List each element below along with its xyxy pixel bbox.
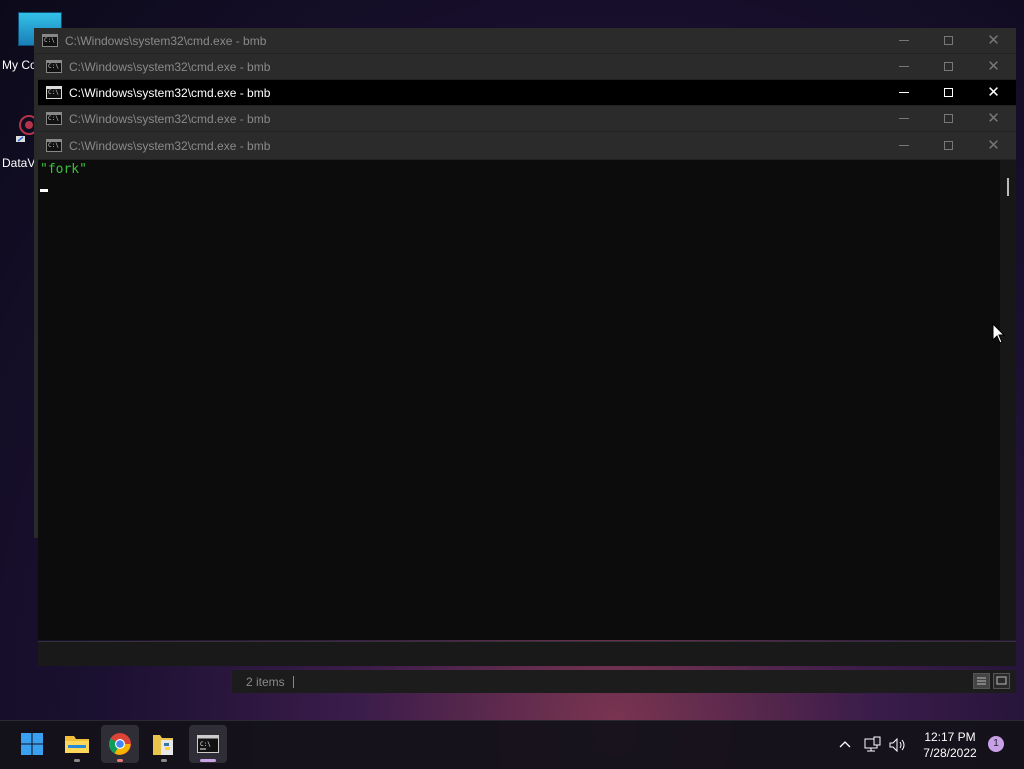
explorer-status-bar: 2 items — [232, 670, 1016, 693]
console-text-line: "fork" — [40, 162, 87, 177]
close-icon: ✕ — [987, 31, 1000, 49]
clock-time: 12:17 PM — [924, 730, 976, 744]
cmd-window-titlebar[interactable]: C:\Windows\system32\cmd.exe - bmb ✕ — [38, 106, 1016, 132]
mouse-pointer-icon — [992, 323, 1006, 344]
desktop-icon-label: DataV — [2, 156, 36, 170]
minimize-button[interactable] — [881, 80, 926, 106]
cmd-icon — [42, 34, 58, 47]
folder-icon — [65, 736, 89, 753]
speaker-icon — [889, 737, 905, 753]
console-output[interactable]: "fork" — [38, 160, 1016, 640]
cmd-icon — [46, 86, 62, 99]
minimize-button[interactable] — [881, 54, 926, 80]
minimize-icon — [898, 92, 909, 93]
notification-badge[interactable]: 1 — [988, 736, 1004, 752]
minimize-icon — [898, 40, 909, 41]
close-icon: ✕ — [987, 136, 1000, 154]
item-count: 2 items — [246, 674, 285, 689]
maximize-button[interactable] — [926, 80, 971, 106]
maximize-button[interactable] — [926, 28, 971, 54]
maximize-button[interactable] — [926, 106, 971, 132]
cmd-icon — [46, 60, 62, 73]
maximize-button[interactable] — [926, 133, 971, 159]
close-button[interactable]: ✕ — [971, 133, 1016, 159]
close-button[interactable]: ✕ — [971, 54, 1016, 80]
running-indicator — [161, 759, 167, 762]
minimize-button[interactable] — [881, 106, 926, 132]
tiles-view-button[interactable] — [993, 673, 1010, 689]
active-indicator — [200, 759, 216, 762]
maximize-icon — [944, 88, 953, 97]
clock[interactable]: 12:17 PM 7/28/2022 — [916, 729, 984, 761]
close-button[interactable]: ✕ — [971, 80, 1016, 106]
maximize-icon — [944, 114, 953, 123]
show-hidden-icons-button[interactable] — [836, 721, 854, 769]
minimize-icon — [898, 118, 909, 119]
cmd-icon — [46, 112, 62, 125]
chevron-up-icon — [839, 741, 851, 748]
file-explorer-button[interactable] — [58, 725, 96, 763]
volume-button[interactable] — [888, 721, 908, 769]
close-icon: ✕ — [987, 109, 1000, 127]
cmd-icon — [46, 139, 62, 152]
close-button[interactable]: ✕ — [971, 106, 1016, 132]
clock-date: 7/28/2022 — [923, 746, 977, 760]
tiles-view-icon — [996, 676, 1007, 685]
details-view-icon — [977, 677, 986, 685]
text-cursor — [40, 189, 48, 192]
maximize-icon — [944, 141, 953, 150]
cmd-window-titlebar-active[interactable]: C:\Windows\system32\cmd.exe - bmb ✕ — [38, 80, 1016, 106]
chrome-icon — [109, 733, 131, 755]
window-title: C:\Windows\system32\cmd.exe - bmb — [69, 138, 271, 153]
running-indicator — [74, 759, 80, 762]
running-indicator — [117, 759, 123, 762]
python-file-button[interactable] — [145, 725, 183, 763]
cmd-icon: C:\ — [197, 735, 219, 753]
cmd-taskbar-button[interactable]: C:\ — [189, 725, 227, 763]
vertical-scrollbar[interactable] — [1000, 160, 1016, 640]
cmd-window-titlebar[interactable]: C:\Windows\system32\cmd.exe - bmb ✕ — [38, 54, 1016, 80]
cmd-window-titlebar[interactable]: C:\Windows\system32\cmd.exe - bmb ✕ — [38, 132, 1016, 160]
scrollbar-thumb[interactable] — [1007, 178, 1009, 196]
taskbar: C:\ 12:17 PM 7/28/2022 — [0, 720, 1024, 769]
minimize-icon — [898, 66, 909, 67]
python-file-icon — [153, 735, 173, 755]
maximize-button[interactable] — [926, 54, 971, 80]
cmd-window-titlebar[interactable]: C:\Windows\system32\cmd.exe - bmb ✕ — [34, 28, 1016, 54]
window-bottom-strip — [38, 641, 1016, 666]
close-button[interactable]: ✕ — [971, 28, 1016, 54]
status-separator — [292, 675, 294, 688]
network-icon — [864, 736, 881, 752]
maximize-icon — [944, 62, 953, 71]
network-button[interactable] — [862, 721, 882, 769]
window-title: C:\Windows\system32\cmd.exe - bmb — [69, 85, 271, 100]
start-button[interactable] — [13, 725, 51, 763]
window-title: C:\Windows\system32\cmd.exe - bmb — [69, 111, 271, 126]
windows-start-icon — [21, 733, 43, 755]
minimize-button[interactable] — [881, 28, 926, 54]
desktop-icon-label: My Co — [2, 58, 37, 72]
close-icon: ✕ — [987, 57, 1000, 75]
maximize-icon — [944, 36, 953, 45]
minimize-icon — [898, 145, 909, 146]
minimize-button[interactable] — [881, 133, 926, 159]
window-title: C:\Windows\system32\cmd.exe - bmb — [69, 59, 271, 74]
window-title: C:\Windows\system32\cmd.exe - bmb — [65, 33, 267, 48]
chrome-button[interactable] — [101, 725, 139, 763]
svg-text:C:\: C:\ — [200, 741, 211, 748]
details-view-button[interactable] — [973, 673, 990, 689]
close-icon: ✕ — [987, 83, 1000, 101]
